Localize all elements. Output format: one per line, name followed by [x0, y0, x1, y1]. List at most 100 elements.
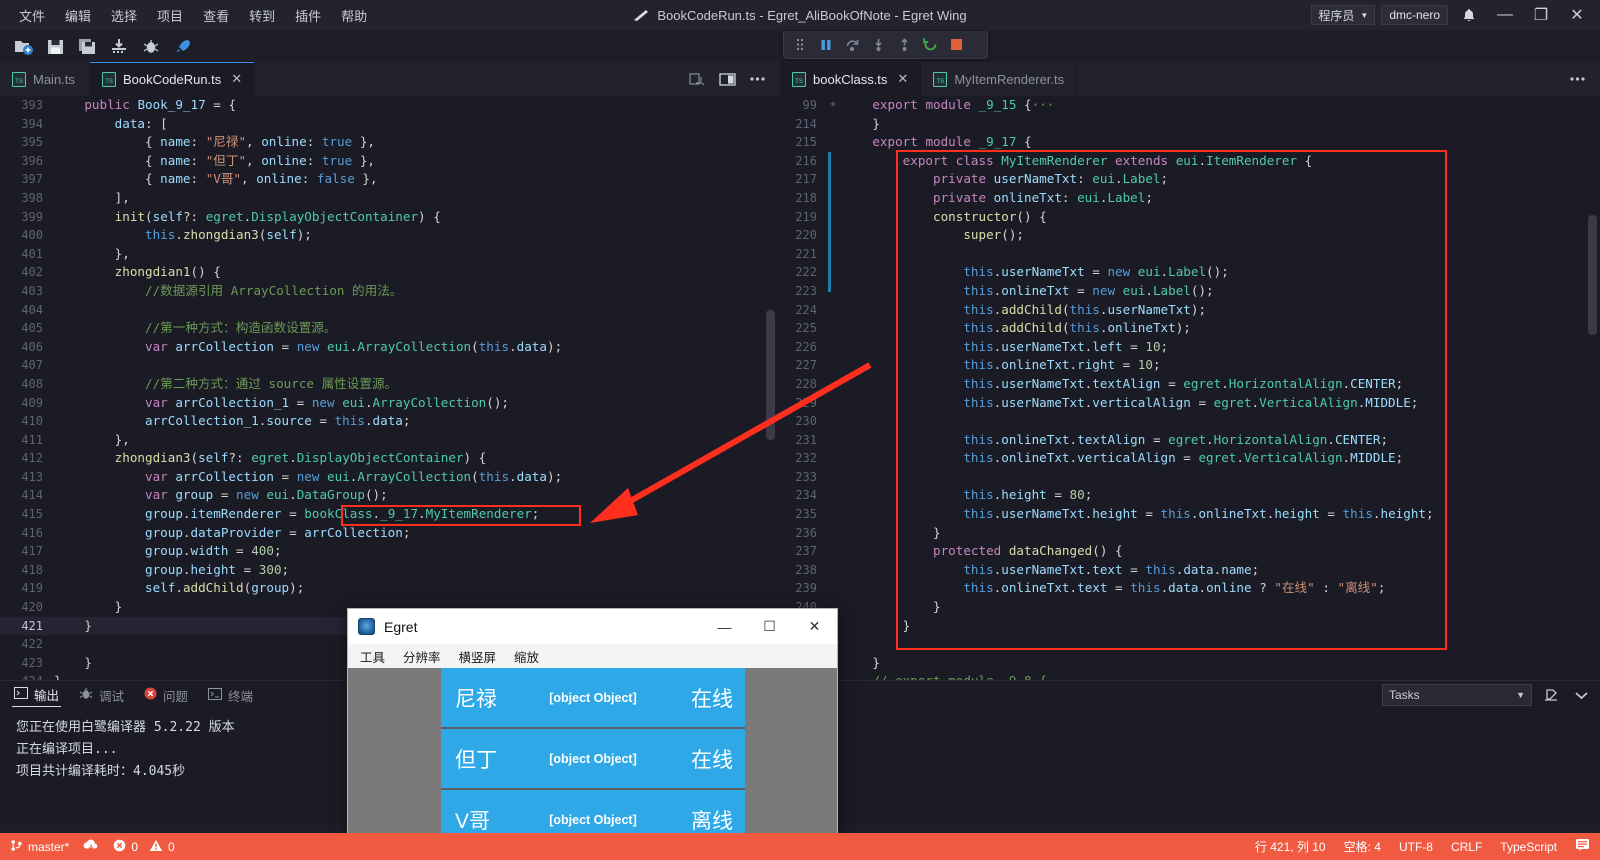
tab-bookclass-ts[interactable]: bookClass.ts ✕ [780, 62, 922, 96]
save-icon[interactable] [40, 33, 70, 59]
code-line[interactable]: 220 super(); [780, 226, 1600, 245]
code-line[interactable]: 398 ], [0, 189, 780, 208]
code-line[interactable]: 406 var arrCollection = new eui.ArrayCol… [0, 338, 780, 357]
egret-menu-orientation[interactable]: 横竖屏 [459, 647, 497, 666]
menu-item-select[interactable]: 选择 [102, 2, 146, 29]
code-line[interactable]: 413 var arrCollection = new eui.ArrayCol… [0, 468, 780, 487]
status-sync[interactable] [83, 839, 99, 855]
code-line[interactable]: 99 + export module _9_15 {··· [780, 96, 1600, 115]
code-line[interactable]: 241 } [780, 617, 1600, 636]
code-line[interactable]: 228 this.userNameTxt.textAlign = egret.H… [780, 375, 1600, 394]
tab-close-icon[interactable]: ✕ [897, 71, 908, 87]
code-line[interactable]: 224 this.addChild(this.userNameTxt); [780, 301, 1600, 320]
code-line[interactable]: 401 }, [0, 245, 780, 264]
publish-icon[interactable] [104, 33, 134, 59]
menu-item-project[interactable]: 项目 [148, 2, 192, 29]
code-line[interactable]: 216 export class MyItemRenderer extends … [780, 152, 1600, 171]
code-line[interactable]: 411 }, [0, 431, 780, 450]
code-line[interactable]: 219 constructor() { [780, 208, 1600, 227]
menu-item-file[interactable]: 文件 [10, 2, 54, 29]
fold-toggle-icon[interactable] [826, 133, 840, 152]
code-line[interactable]: 396 { name: "但丁", online: true }, [0, 152, 780, 171]
stop-icon[interactable] [944, 34, 968, 56]
code-line[interactable]: 403 //数据源引用 ArrayCollection 的用法。 [0, 282, 780, 301]
role-select[interactable]: 程序员 ▼ [1311, 5, 1376, 25]
code-line[interactable]: 415 group.itemRenderer = bookClass._9_17… [0, 505, 780, 524]
restart-icon[interactable] [918, 34, 942, 56]
code-line[interactable]: 235 this.userNameTxt.height = this.onlin… [780, 505, 1600, 524]
code-line[interactable]: 405 //第一种方式：构造函数设置源。 [0, 319, 780, 338]
code-line[interactable]: 233 [780, 468, 1600, 487]
code-line[interactable]: 399 init(self?: egret.DisplayObjectConta… [0, 208, 780, 227]
fold-toggle-icon[interactable] [826, 468, 840, 487]
pause-icon[interactable] [814, 34, 838, 56]
egret-maximize-button[interactable]: ☐ [747, 609, 792, 644]
code-line[interactable]: 221 [780, 245, 1600, 264]
code-line[interactable]: 243 } [780, 654, 1600, 673]
code-line[interactable]: 408 //第二种方式：通过 source 属性设置源。 [0, 375, 780, 394]
menu-item-plugin[interactable]: 插件 [286, 2, 330, 29]
step-out-icon[interactable] [892, 34, 916, 56]
status-branch[interactable]: master* [10, 839, 69, 855]
fold-toggle-icon[interactable] [826, 412, 840, 431]
menu-item-view[interactable]: 查看 [194, 2, 238, 29]
code-line[interactable]: 226 this.userNameTxt.left = 10; [780, 338, 1600, 357]
code-line[interactable]: 397 { name: "V哥", online: false }, [0, 170, 780, 189]
tasks-select[interactable]: Tasks ▼ [1382, 684, 1532, 706]
split-editor-icon[interactable] [714, 67, 740, 91]
menu-item-edit[interactable]: 编辑 [56, 2, 100, 29]
code-line[interactable]: 417 group.width = 400; [0, 542, 780, 561]
fold-toggle-icon[interactable] [826, 375, 840, 394]
fold-toggle-icon[interactable] [826, 319, 840, 338]
egret-menu-resolution[interactable]: 分辨率 [403, 647, 441, 666]
code-line[interactable]: 409 var arrCollection_1 = new eui.ArrayC… [0, 394, 780, 413]
fold-toggle-icon[interactable] [826, 486, 840, 505]
code-line[interactable]: 242 [780, 635, 1600, 654]
menu-item-help[interactable]: 帮助 [332, 2, 376, 29]
code-line[interactable]: 238 this.userNameTxt.text = this.data.na… [780, 561, 1600, 580]
fold-toggle-icon[interactable] [826, 524, 840, 543]
code-line[interactable]: 407 [0, 356, 780, 375]
panel-tab-terminal[interactable]: 终端 [206, 684, 255, 707]
panel-tab-debug[interactable]: 调试 [77, 684, 126, 707]
code-line[interactable]: 237 protected dataChanged() { [780, 542, 1600, 561]
code-line[interactable]: 244 // export module _9_8 { [780, 672, 1600, 680]
fold-toggle-icon[interactable] [826, 338, 840, 357]
code-line[interactable]: 223 this.onlineTxt = new eui.Label(); [780, 282, 1600, 301]
code-line[interactable]: 414 var group = new eui.DataGroup(); [0, 486, 780, 505]
panel-tab-problems[interactable]: 问题 [142, 684, 190, 707]
code-line[interactable]: 231 this.onlineTxt.textAlign = egret.Hor… [780, 431, 1600, 450]
code-line[interactable]: 217 private userNameTxt: eui.Label; [780, 170, 1600, 189]
code-line[interactable]: 214 } [780, 115, 1600, 134]
status-language-mode[interactable]: TypeScript [1500, 840, 1557, 854]
egret-list-item[interactable]: 尼禄 [object Object] 在线 [441, 668, 745, 729]
code-line[interactable]: 402 zhongdian1() { [0, 263, 780, 282]
status-problems[interactable]: 0 0 [113, 839, 175, 855]
left-code-editor[interactable]: 393 public Book_9_17 = {394 data: [395 {… [0, 96, 780, 680]
status-encoding[interactable]: UTF-8 [1399, 840, 1433, 854]
tab-main-ts[interactable]: Main.ts [0, 62, 90, 96]
drag-handle-icon[interactable] [788, 34, 812, 56]
new-file-icon[interactable] [8, 33, 38, 59]
code-line[interactable]: 218 private onlineTxt: eui.Label; [780, 189, 1600, 208]
more-actions-icon[interactable] [744, 67, 770, 91]
collapse-panel-icon[interactable] [1570, 684, 1592, 706]
egret-preview-window[interactable]: Egret — ☐ ✕ 工具 分辨率 横竖屏 缩放 尼禄 [object Obje… [347, 608, 838, 856]
code-line[interactable]: 236 } [780, 524, 1600, 543]
window-minimize-button[interactable]: — [1490, 0, 1520, 30]
egret-close-button[interactable]: ✕ [792, 609, 837, 644]
fold-toggle-icon[interactable] [826, 431, 840, 450]
user-name-badge[interactable]: dmc-nero [1381, 5, 1448, 25]
code-line[interactable]: 230 [780, 412, 1600, 431]
egret-minimize-button[interactable]: — [702, 609, 747, 644]
status-eol[interactable]: CRLF [1451, 840, 1482, 854]
more-actions-icon[interactable] [1564, 67, 1590, 91]
fold-toggle-icon[interactable]: + [826, 96, 840, 115]
code-line[interactable]: 404 [0, 301, 780, 320]
code-line[interactable]: 240 } [780, 598, 1600, 617]
code-line[interactable]: 416 group.dataProvider = arrCollection; [0, 524, 780, 543]
fold-toggle-icon[interactable] [826, 579, 840, 598]
fold-toggle-icon[interactable] [826, 301, 840, 320]
tab-bookcoderun-ts[interactable]: BookCodeRun.ts ✕ [90, 62, 256, 96]
status-cursor-position[interactable]: 行 421, 列 10 [1255, 838, 1326, 855]
